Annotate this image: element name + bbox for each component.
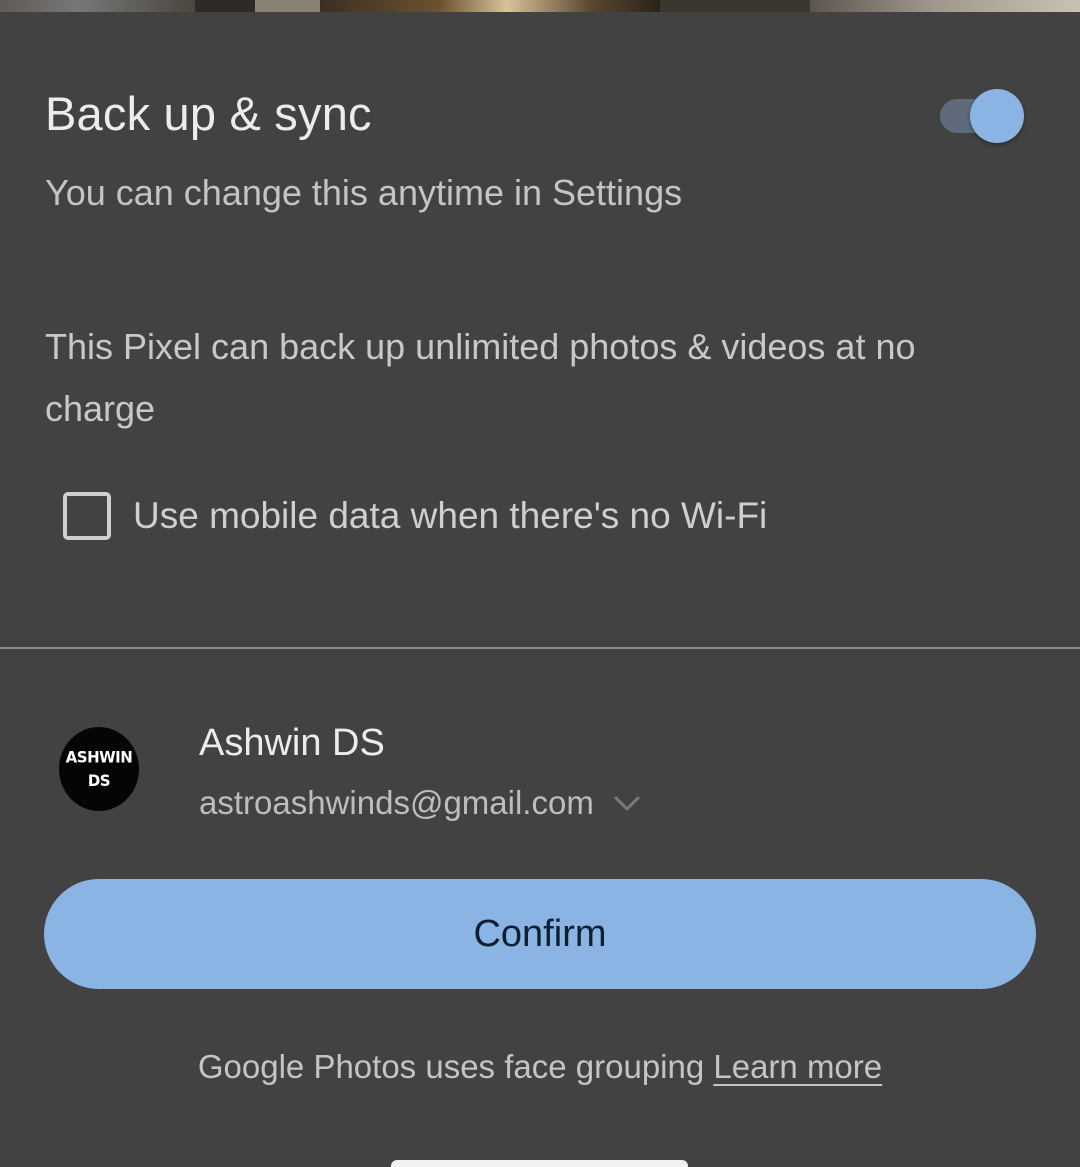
face-grouping-notice: Google Photos uses face grouping Learn m… [0, 1048, 1080, 1086]
account-name: Ashwin DS [199, 722, 385, 764]
background-photo-strip [0, 0, 1080, 12]
learn-more-link[interactable]: Learn more [713, 1048, 882, 1085]
backup-sync-toggle[interactable] [938, 88, 1028, 144]
backup-info-text: This Pixel can back up unlimited photos … [45, 326, 916, 429]
home-indicator[interactable] [391, 1160, 688, 1167]
backup-subtitle: You can change this anytime in Settings [45, 172, 683, 213]
backup-settings-sheet: Back up & sync You can change this anyti… [0, 0, 1080, 1167]
photo-thumbnail [0, 0, 195, 12]
photo-thumbnail [255, 0, 320, 12]
photo-thumbnail [320, 0, 660, 12]
chevron-down-icon[interactable] [612, 788, 642, 818]
mobile-data-checkbox[interactable] [63, 492, 111, 540]
avatar-text-line1: ASHWIN [65, 748, 133, 767]
mobile-data-label: Use mobile data when there's no Wi-Fi [133, 495, 768, 536]
footer-text: Google Photos uses face grouping [197, 1048, 714, 1085]
photo-thumbnail [810, 0, 1080, 12]
mobile-data-option[interactable]: Use mobile data when there's no Wi-Fi [63, 490, 767, 542]
photo-thumbnail [660, 0, 810, 12]
confirm-button[interactable]: Confirm [44, 879, 1036, 989]
account-switcher[interactable]: astroashwinds@gmail.com [199, 784, 642, 822]
avatar: ASHWIN DS [59, 727, 139, 811]
backup-title: Back up & sync [45, 87, 372, 140]
photo-thumbnail [195, 0, 255, 12]
toggle-thumb [970, 89, 1024, 143]
section-divider [0, 647, 1080, 649]
account-email: astroashwinds@gmail.com [199, 784, 594, 821]
avatar-text-line2: DS [87, 771, 111, 790]
